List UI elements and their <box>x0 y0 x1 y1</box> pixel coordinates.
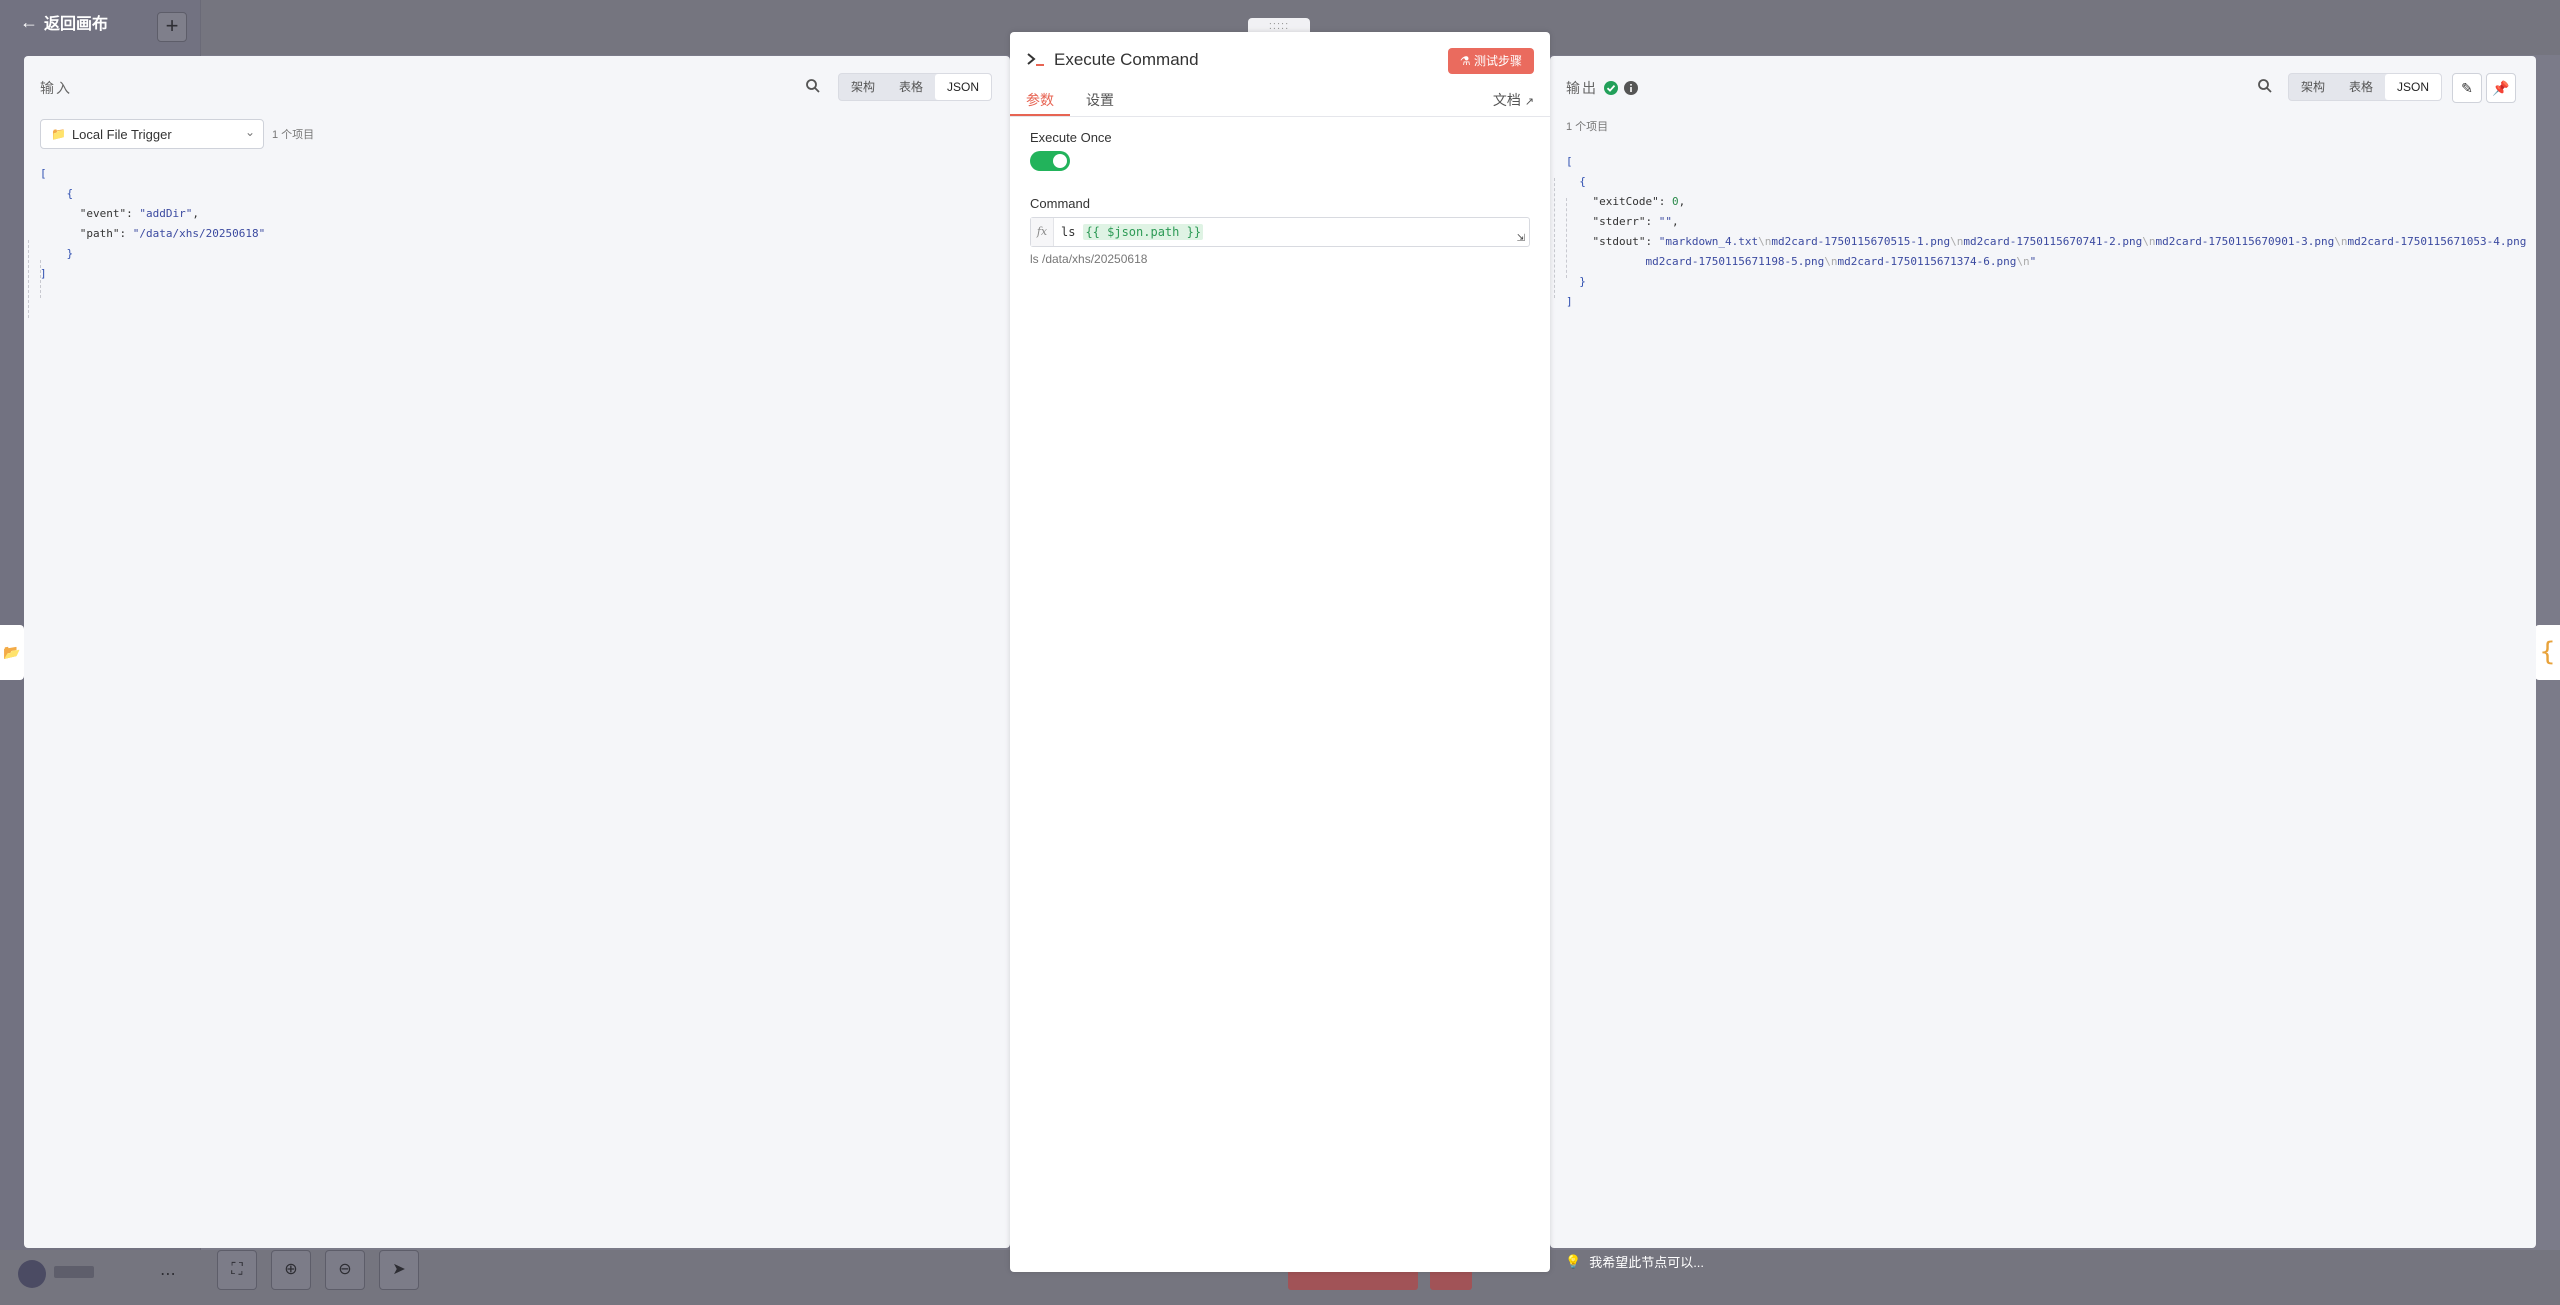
terminal-icon <box>1027 53 1044 66</box>
pencil-icon: ✎ <box>2461 80 2473 96</box>
test-step-button[interactable]: ⚗ 测试步骤 <box>1447 48 1534 74</box>
json-indent-guide <box>28 240 29 318</box>
input-panel-title: 输入 <box>40 80 72 96</box>
json-key: "stderr" <box>1592 215 1646 228</box>
back-to-canvas-label: 返回画布 <box>44 16 109 33</box>
json-key: "path" <box>79 227 120 240</box>
pointer-icon[interactable]: ➤ <box>379 1250 419 1290</box>
json-value: "" <box>1658 215 1672 228</box>
command-label: Command <box>1030 196 1090 211</box>
output-view-toggle: 架构 表格 JSON <box>2288 73 2443 101</box>
input-node-select[interactable]: 📁 Local File Trigger ⌄ <box>40 119 264 149</box>
output-panel-title: 输出 <box>1566 80 1598 96</box>
zoom-in-icon[interactable]: ⊕ <box>271 1250 311 1290</box>
node-title[interactable]: Execute Command <box>1054 50 1199 70</box>
info-icon[interactable] <box>1624 81 1638 95</box>
hint-text: 我希望此节点可以... <box>1589 1255 1705 1270</box>
node-tabs: 参数 设置 文档 ↗ <box>1010 84 1550 117</box>
external-link-icon: ↗ <box>1524 96 1534 108</box>
node-settings-panel: Execute Command ⚗ 测试步骤 参数 设置 文档 ↗ Execut… <box>1010 32 1550 1272</box>
test-step-label: 测试步骤 <box>1473 54 1522 68</box>
json-key: "exitCode" <box>1592 195 1659 208</box>
json-value: 0 <box>1671 195 1679 208</box>
chevron-down-icon: ⌄ <box>244 125 255 139</box>
json-value: "addDir" <box>139 207 193 220</box>
execute-once-label: Execute Once <box>1030 130 1112 145</box>
zoom-out-icon[interactable]: ⊖ <box>325 1250 365 1290</box>
view-table-tab[interactable]: 表格 <box>887 74 935 100</box>
command-input[interactable]: fx ls {{ $json.path }} ⇲ <box>1030 217 1530 247</box>
docs-link-label: 文档 <box>1492 92 1521 108</box>
stdout-file: md2card-1750115671198-5.png <box>1645 255 1825 268</box>
input-node-select-value: Local File Trigger <box>71 126 172 142</box>
toggle-knob <box>1053 154 1067 168</box>
input-view-toggle: 架构 表格 JSON <box>838 73 993 101</box>
folder-icon[interactable]: 📂 <box>0 625 24 680</box>
success-check-icon <box>1604 81 1618 95</box>
search-icon[interactable] <box>805 78 821 94</box>
avatar[interactable] <box>18 1260 46 1288</box>
expression-fx-icon: fx <box>1031 218 1054 246</box>
command-prefix: ls <box>1061 225 1076 239</box>
stdout-file: markdown_4.txt <box>1665 235 1759 248</box>
view-schema-tab[interactable]: 架构 <box>2289 74 2337 100</box>
json-indent-guide <box>1554 178 1555 298</box>
view-table-tab[interactable]: 表格 <box>2337 74 2385 100</box>
fit-view-icon[interactable]: ⛶ <box>217 1250 257 1290</box>
json-brace-icon[interactable]: { <box>2535 625 2560 680</box>
view-json-tab[interactable]: JSON <box>2385 74 2442 100</box>
user-name-placeholder <box>54 1266 94 1278</box>
docs-link[interactable]: 文档 ↗ <box>1493 90 1534 110</box>
stdout-file: md2card-1750115670741-2.png <box>1963 235 2143 248</box>
input-json-view: [ { "event": "addDir", "path": "/data/xh… <box>40 167 266 280</box>
command-text: ls {{ $json.path }} <box>1061 224 1204 240</box>
execute-once-toggle[interactable] <box>1030 151 1070 171</box>
view-schema-tab[interactable]: 架构 <box>839 74 887 100</box>
output-panel-header: 输出 <box>1566 78 1638 98</box>
more-options-icon[interactable]: ⋯ <box>160 1264 176 1284</box>
pin-icon: 📌 <box>2492 80 2510 96</box>
arrow-left-icon: ← <box>20 11 38 32</box>
node-header: Execute Command <box>1026 50 1199 70</box>
edit-output-button[interactable]: ✎ <box>2452 73 2482 103</box>
stdout-file: md2card-1750115671374-6.png <box>1837 255 2017 268</box>
active-tab-indicator <box>1010 114 1070 116</box>
input-item-count: 1 个项目 <box>272 129 315 141</box>
json-key: "stdout" <box>1592 235 1646 248</box>
output-panel: 输出 架构 表格 JSON ✎ 📌 1 个项目 [ { "exitCode": … <box>1550 56 2536 1248</box>
lightbulb-icon: 💡 <box>1565 1253 1582 1269</box>
json-key: "event" <box>79 207 127 220</box>
stdout-file: md2card-1750115671053-4.png <box>2347 235 2527 248</box>
output-json-view: [ { "exitCode": 0, "stderr": "", "stdout… <box>1566 155 2527 308</box>
stdout-file: md2card-1750115670901-3.png <box>2155 235 2335 248</box>
add-button[interactable]: + <box>157 12 187 42</box>
folder-icon: 📁 <box>51 127 66 141</box>
tab-parameters[interactable]: 参数 <box>1026 90 1054 110</box>
ai-hint[interactable]: 💡 我希望此节点可以... <box>1565 1252 1704 1271</box>
view-json-tab[interactable]: JSON <box>935 74 992 100</box>
pin-output-button[interactable]: 📌 <box>2486 73 2516 103</box>
tab-settings[interactable]: 设置 <box>1086 90 1114 110</box>
command-result-preview: ls /data/xhs/20250618 <box>1030 252 1148 266</box>
back-to-canvas-link[interactable]: ← 返回画布 <box>20 10 108 34</box>
flask-icon: ⚗ <box>1459 54 1471 68</box>
command-expression: {{ $json.path }} <box>1083 224 1204 240</box>
json-value: "/data/xhs/20250618" <box>132 227 266 240</box>
stdout-file: md2card-1750115670515-1.png <box>1771 235 1951 248</box>
search-icon[interactable] <box>2257 78 2273 94</box>
input-panel: 输入 架构 表格 JSON 📁 Local File Trigger ⌄ 1 个… <box>24 56 1010 1248</box>
output-item-count: 1 个项目 <box>1566 121 1609 133</box>
expand-editor-icon[interactable]: ⇲ <box>1517 233 1525 244</box>
